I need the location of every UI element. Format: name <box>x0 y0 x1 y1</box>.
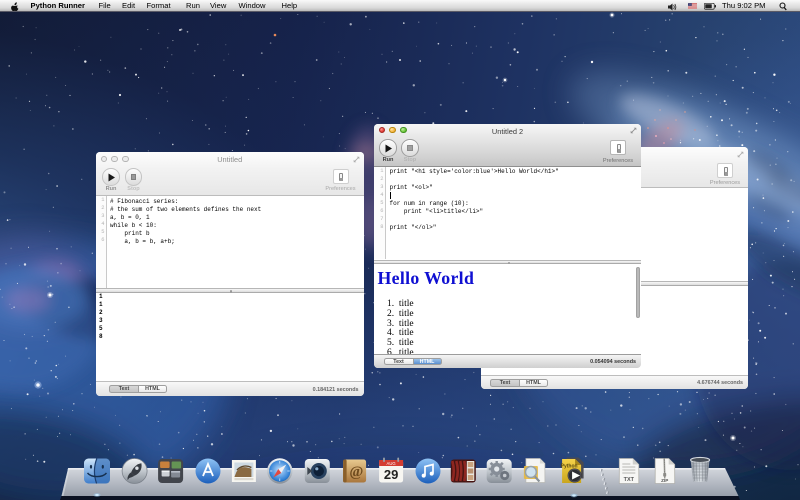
svg-text:AUG: AUG <box>387 461 396 466</box>
svg-text:29: 29 <box>384 467 398 482</box>
svg-text:@: @ <box>349 464 363 480</box>
svg-text:TXT: TXT <box>624 477 635 483</box>
svg-text:ZIP: ZIP <box>661 478 668 483</box>
